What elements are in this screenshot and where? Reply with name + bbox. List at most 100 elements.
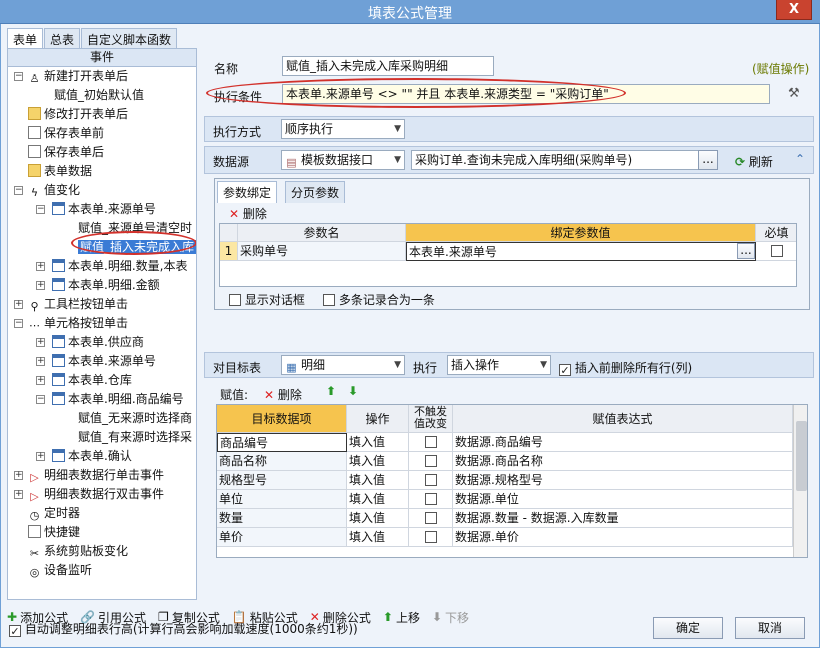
- no-trigger-cell[interactable]: [409, 452, 453, 471]
- vertical-scrollbar[interactable]: [793, 405, 807, 557]
- name-input[interactable]: 赋值_插入未完成入库采购明细: [282, 56, 494, 76]
- expand-toggle[interactable]: +: [14, 471, 23, 480]
- clear-before-insert-option[interactable]: 插入前删除所有行(列): [559, 359, 692, 376]
- tree-item-detail-amount[interactable]: 本表单.明细.金额: [52, 276, 160, 295]
- cancel-button[interactable]: 取消: [735, 617, 805, 639]
- tree-item-after-save[interactable]: 保存表单后: [28, 143, 104, 162]
- param-value-cell[interactable]: 本表单.来源单号...: [406, 242, 756, 261]
- no-trigger-checkbox[interactable]: [424, 436, 437, 448]
- expression-cell[interactable]: 数据源.商品名称: [453, 452, 793, 471]
- tree-item-before-save[interactable]: 保存表单前: [28, 124, 104, 143]
- required-checkbox[interactable]: [770, 245, 783, 257]
- tree-item-init-default[interactable]: 赋值_初始默认值: [38, 86, 144, 105]
- tab-form[interactable]: 表单: [7, 28, 44, 48]
- tree-item-modify-open[interactable]: 修改打开表单后: [28, 105, 128, 124]
- operation-cell[interactable]: 填入值: [347, 452, 409, 471]
- target-item-cell[interactable]: 商品名称: [217, 452, 347, 471]
- no-trigger-cell[interactable]: [409, 528, 453, 547]
- datasource-input[interactable]: 采购订单.查询未完成入库明细(采购单号): [411, 150, 699, 170]
- tree-item-supplier[interactable]: 本表单.供应商: [52, 333, 144, 352]
- collapse-toggle[interactable]: −: [14, 186, 23, 195]
- datasource-type-select[interactable]: ▤ 模板数据接口 ▼: [281, 150, 405, 170]
- no-trigger-cell[interactable]: [409, 433, 453, 452]
- collapse-toggle[interactable]: −: [36, 395, 45, 404]
- no-trigger-cell[interactable]: [409, 471, 453, 490]
- tree-item-form-data[interactable]: 表单数据: [28, 162, 92, 181]
- operation-cell[interactable]: 填入值: [347, 509, 409, 528]
- expand-toggle[interactable]: +: [14, 490, 23, 499]
- refresh-button[interactable]: ⟳ 刷新: [735, 153, 773, 170]
- datasource-browse-button[interactable]: ...: [698, 150, 718, 170]
- operation-cell[interactable]: 填入值: [347, 528, 409, 547]
- auto-adjust-checkbox[interactable]: [9, 625, 21, 637]
- assign-delete-button[interactable]: ✕ 删除: [264, 386, 302, 403]
- collapse-toggle[interactable]: −: [14, 319, 23, 328]
- collapse-toggle[interactable]: −: [36, 205, 45, 214]
- tree-item-has-source[interactable]: 赋值_有来源时选择采: [78, 428, 192, 447]
- tree-item-clipboard[interactable]: ✂ 系统剪贴板变化: [28, 542, 128, 561]
- auto-adjust-option[interactable]: 自动调整明细表行高(计算行高会影响加载速度(1000条约1秒)): [9, 620, 358, 637]
- tree-item-warehouse[interactable]: 本表单.仓库: [52, 371, 132, 390]
- expand-toggle[interactable]: +: [36, 357, 45, 366]
- target-item-cell[interactable]: 数量: [217, 509, 347, 528]
- expression-cell[interactable]: 数据源.规格型号: [453, 471, 793, 490]
- move-up-button[interactable]: ⬆ 上移: [383, 609, 420, 626]
- expression-cell[interactable]: 数据源.商品编号: [453, 433, 793, 452]
- tree-item-source-no[interactable]: 本表单.来源单号: [52, 200, 156, 219]
- target-table-select[interactable]: ▦ 明细 ▼: [281, 355, 405, 375]
- exec-select[interactable]: 插入操作 ▼: [447, 355, 551, 375]
- tree-item-confirm[interactable]: 本表单.确认: [52, 447, 132, 466]
- tree-item-row-dblclick[interactable]: ▷ 明细表数据行双击事件: [28, 485, 164, 504]
- expand-toggle[interactable]: +: [36, 338, 45, 347]
- tree-item-row-click[interactable]: ▷ 明细表数据行单击事件: [28, 466, 164, 485]
- tree-item-value-change[interactable]: ϟ 值变化: [28, 181, 80, 200]
- tree-item-source-no-2[interactable]: 本表单.来源单号: [52, 352, 156, 371]
- target-item-cell[interactable]: 单价: [217, 528, 347, 547]
- no-trigger-checkbox[interactable]: [424, 512, 437, 524]
- tree-item-new-open[interactable]: ♙ 新建打开表单后: [28, 67, 128, 86]
- tab-custom-script[interactable]: 自定义脚本函数: [81, 28, 178, 48]
- tree-item-no-source[interactable]: 赋值_无来源时选择商: [78, 409, 192, 428]
- show-dialog-checkbox[interactable]: [229, 294, 241, 306]
- expand-toggle[interactable]: +: [36, 281, 45, 290]
- mode-select[interactable]: 顺序执行 ▼: [281, 119, 405, 139]
- param-value-browse-button[interactable]: ...: [737, 243, 755, 259]
- collapse-up-icon[interactable]: ⌃: [795, 152, 805, 166]
- expand-toggle[interactable]: +: [36, 452, 45, 461]
- tab-paging-params[interactable]: 分页参数: [285, 181, 346, 203]
- tree-item-product-code[interactable]: 本表单.明细.商品编号: [52, 390, 184, 409]
- target-item-cell[interactable]: 规格型号: [217, 471, 347, 490]
- operation-cell[interactable]: 填入值: [347, 471, 409, 490]
- move-down-button[interactable]: ⬇ 下移: [432, 609, 469, 626]
- merge-option[interactable]: 多条记录合为一条: [323, 291, 435, 308]
- tree-item-toolbar-click[interactable]: ⚲ 工具栏按钮单击: [28, 295, 128, 314]
- expression-cell[interactable]: 数据源.单位: [453, 490, 793, 509]
- move-down-arrow-icon[interactable]: ⬇: [348, 384, 358, 398]
- tree-item-timer[interactable]: ◷ 定时器: [28, 504, 80, 523]
- no-trigger-checkbox[interactable]: [424, 531, 437, 543]
- no-trigger-cell[interactable]: [409, 509, 453, 528]
- expression-cell[interactable]: 数据源.数量 - 数据源.入库数量: [453, 509, 793, 528]
- expand-toggle[interactable]: +: [36, 262, 45, 271]
- tree-item-shortcut[interactable]: 快捷键: [28, 523, 80, 542]
- collapse-toggle[interactable]: −: [14, 72, 23, 81]
- clear-before-insert-checkbox[interactable]: [559, 364, 571, 376]
- no-trigger-checkbox[interactable]: [424, 493, 437, 505]
- param-delete-button[interactable]: ✕ 删除: [229, 205, 267, 222]
- ok-button[interactable]: 确定: [653, 617, 723, 639]
- expand-toggle[interactable]: +: [36, 376, 45, 385]
- expand-toggle[interactable]: +: [14, 300, 23, 309]
- operation-cell[interactable]: 填入值: [347, 490, 409, 509]
- tab-param-binding[interactable]: 参数绑定: [217, 181, 278, 203]
- show-dialog-option[interactable]: 显示对话框: [229, 291, 305, 308]
- target-item-cell[interactable]: 单位: [217, 490, 347, 509]
- no-trigger-checkbox[interactable]: [424, 455, 437, 467]
- tree-item-detail-qty[interactable]: 本表单.明细.数量,本表: [52, 257, 187, 276]
- operation-cell[interactable]: 填入值: [347, 433, 409, 452]
- no-trigger-cell[interactable]: [409, 490, 453, 509]
- tree-item-cell-button[interactable]: ⋯ 单元格按钮单击: [28, 314, 128, 333]
- target-item-cell[interactable]: 商品编号: [217, 433, 347, 452]
- wand-icon[interactable]: ⚒: [788, 86, 800, 101]
- scrollbar-thumb[interactable]: [796, 421, 807, 491]
- move-up-arrow-icon[interactable]: ⬆: [326, 384, 336, 398]
